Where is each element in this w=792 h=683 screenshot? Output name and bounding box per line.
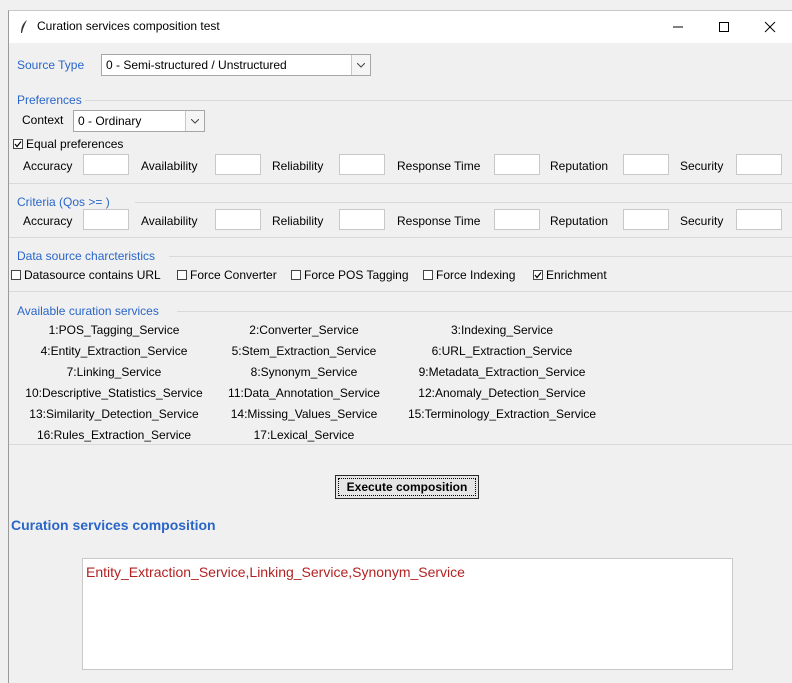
composition-result-text: Entity_Extraction_Service,Linking_Servic… xyxy=(86,564,465,580)
window-title: Curation services composition test xyxy=(37,19,220,33)
preferences-divider xyxy=(85,100,792,101)
crit-reputation-input[interactable] xyxy=(623,209,669,230)
service-item: 4:Entity_Extraction_Service xyxy=(40,344,188,358)
service-item: 2:Converter_Service xyxy=(249,323,359,337)
execute-composition-button[interactable]: Execute composition xyxy=(335,475,479,499)
enrichment-checkbox[interactable]: Enrichment xyxy=(533,268,607,282)
crit-reliability-input[interactable] xyxy=(339,209,385,230)
feather-icon xyxy=(19,19,29,35)
context-select[interactable]: 0 - Ordinary xyxy=(73,110,205,132)
service-item: 8:Synonym_Service xyxy=(250,365,358,379)
chevron-down-icon[interactable] xyxy=(185,111,204,131)
force-indexing-label: Force Indexing xyxy=(436,268,516,282)
checkbox-icon[interactable] xyxy=(291,270,301,280)
source-type-value: 0 - Semi-structured / Unstructured xyxy=(106,58,287,72)
equal-preferences-label: Equal preferences xyxy=(26,137,124,151)
checkbox-icon[interactable] xyxy=(11,270,21,280)
service-item: 11:Data_Annotation_Service xyxy=(228,386,380,400)
context-label: Context xyxy=(22,113,64,127)
force-pos-tagging-label: Force POS Tagging xyxy=(304,268,409,282)
divider xyxy=(9,237,792,238)
force-indexing-checkbox[interactable]: Force Indexing xyxy=(423,268,515,282)
pref-label-reputation: Reputation xyxy=(550,159,609,173)
composition-heading: Curation services composition xyxy=(11,517,216,533)
service-item: 16:Rules_Extraction_Service xyxy=(36,428,192,442)
close-button[interactable] xyxy=(747,11,792,43)
pref-reliability-input[interactable] xyxy=(339,154,385,175)
criteria-divider xyxy=(135,202,792,203)
pref-reputation-input[interactable] xyxy=(623,154,669,175)
service-item: 6:URL_Extraction_Service xyxy=(431,344,573,358)
crit-availability-input[interactable] xyxy=(215,209,261,230)
service-item: 10:Descriptive_Statistics_Service xyxy=(25,386,203,400)
crit-response-time-input[interactable] xyxy=(494,209,540,230)
checkbox-icon[interactable] xyxy=(423,270,433,280)
enrichment-label: Enrichment xyxy=(546,268,607,282)
force-converter-checkbox[interactable]: Force Converter xyxy=(177,268,277,282)
pref-label-response-time: Response Time xyxy=(397,159,481,173)
pref-label-security: Security xyxy=(680,159,724,173)
crit-label-security: Security xyxy=(680,214,724,228)
crit-accuracy-input[interactable] xyxy=(83,209,129,230)
service-item: 5:Stem_Extraction_Service xyxy=(231,344,377,358)
equal-preferences-checkbox[interactable]: Equal preferences xyxy=(13,137,123,151)
pref-label-availability: Availability xyxy=(141,159,198,173)
service-item: 17:Lexical_Service xyxy=(253,428,355,442)
pref-label-reliability: Reliability xyxy=(272,159,324,173)
checkbox-checked-icon[interactable] xyxy=(533,270,543,280)
app-window: Curation services composition test Sourc… xyxy=(8,10,792,683)
composition-result-box[interactable]: Entity_Extraction_Service,Linking_Servic… xyxy=(82,558,733,670)
service-item: 9:Metadata_Extraction_Service xyxy=(418,365,586,379)
service-item: 13:Similarity_Detection_Service xyxy=(29,407,199,421)
crit-label-response-time: Response Time xyxy=(397,214,481,228)
datasource-url-checkbox[interactable]: Datasource contains URL xyxy=(11,268,161,282)
source-type-label: Source Type xyxy=(17,58,85,72)
crit-security-input[interactable] xyxy=(736,209,782,230)
divider xyxy=(9,183,792,184)
crit-label-reliability: Reliability xyxy=(272,214,324,228)
crit-label-accuracy: Accuracy xyxy=(23,214,73,228)
divider xyxy=(9,444,792,445)
pref-availability-input[interactable] xyxy=(215,154,261,175)
divider xyxy=(9,291,792,292)
force-pos-tagging-checkbox[interactable]: Force POS Tagging xyxy=(291,268,409,282)
services-divider xyxy=(177,311,792,312)
checkbox-icon[interactable] xyxy=(177,270,187,280)
force-converter-label: Force Converter xyxy=(190,268,277,282)
checkbox-checked-icon[interactable] xyxy=(13,139,23,149)
service-item: 1:POS_Tagging_Service xyxy=(48,323,180,337)
service-item: 14:Missing_Values_Service xyxy=(230,407,378,421)
title-bar: Curation services composition test xyxy=(9,11,792,43)
criteria-section-label: Criteria (Qos >= ) xyxy=(17,195,110,209)
source-type-select[interactable]: 0 - Semi-structured / Unstructured xyxy=(101,54,371,76)
crit-label-reputation: Reputation xyxy=(550,214,609,228)
maximize-button[interactable] xyxy=(701,11,747,43)
datasource-url-label: Datasource contains URL xyxy=(24,268,161,282)
pref-security-input[interactable] xyxy=(736,154,782,175)
context-value: 0 - Ordinary xyxy=(78,114,142,128)
datasource-section-label: Data source charcteristics xyxy=(17,249,156,263)
pref-label-accuracy: Accuracy xyxy=(23,159,73,173)
services-section-label: Available curation services xyxy=(17,304,159,318)
datasource-divider xyxy=(169,256,792,257)
pref-accuracy-input[interactable] xyxy=(83,154,129,175)
service-item: 7:Linking_Service xyxy=(66,365,162,379)
service-item: 3:Indexing_Service xyxy=(450,323,554,337)
preferences-section-label: Preferences xyxy=(17,93,82,107)
service-item: 12:Anomaly_Detection_Service xyxy=(418,386,586,400)
service-item: 15:Terminology_Extraction_Service xyxy=(407,407,597,421)
chevron-down-icon[interactable] xyxy=(351,55,370,75)
crit-label-availability: Availability xyxy=(141,214,198,228)
pref-response-time-input[interactable] xyxy=(494,154,540,175)
minimize-button[interactable] xyxy=(655,11,701,43)
